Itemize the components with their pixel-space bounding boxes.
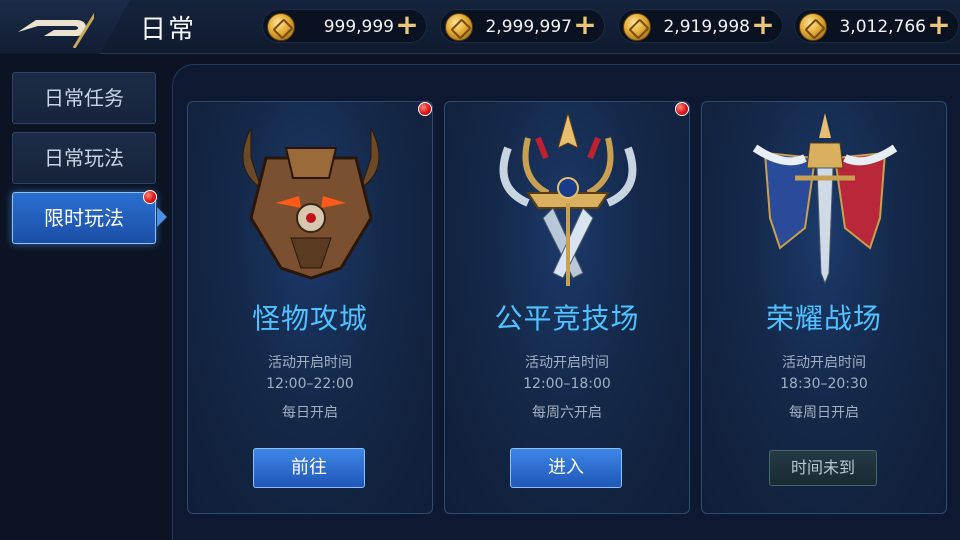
fair-arena-emblem-icon <box>499 111 637 286</box>
active-tab-pointer <box>157 207 167 227</box>
currency-value: 3,012,766 <box>839 17 926 37</box>
goto-button[interactable]: 前往 <box>253 448 365 488</box>
notice-dot <box>675 102 689 116</box>
currency-locked-coin: 3,012,766 + <box>794 9 959 43</box>
notice-dot <box>418 102 432 116</box>
event-days: 每日开启 <box>282 405 338 421</box>
event-card-glory-battlefield: 荣耀战场 活动开启时间 18:30–20:30 每周日开启 时间未到 <box>701 101 947 514</box>
back-button[interactable] <box>0 0 130 54</box>
sidebar-item-limited-modes[interactable]: 限时玩法 <box>12 192 156 244</box>
event-time-label: 活动开启时间 <box>525 355 609 371</box>
locked-coin-icon <box>799 13 827 41</box>
coin-icon <box>623 13 651 41</box>
currency-value: 999,999 <box>323 17 394 37</box>
event-card-monster-siege: 怪物攻城 活动开启时间 12:00–22:00 每日开启 前往 <box>187 101 433 514</box>
event-time-range: 12:00–22:00 <box>266 376 354 392</box>
event-time-label: 活动开启时间 <box>268 355 352 371</box>
add-currency-button[interactable]: + <box>750 11 776 39</box>
locked-gold-coin-icon <box>445 13 473 41</box>
gold-coin-icon <box>267 13 295 41</box>
top-bar: 日常 999,999 + 2,999,997 + 2,919,998 + 3,0… <box>0 0 960 54</box>
glory-battlefield-emblem-icon <box>752 113 898 285</box>
event-title: 荣耀战场 <box>765 302 882 335</box>
event-title: 公平竞技场 <box>494 302 640 335</box>
currency-coin: 2,919,998 + <box>618 9 783 43</box>
sidebar-item-daily-tasks[interactable]: 日常任务 <box>12 72 156 124</box>
event-time-range: 12:00–18:00 <box>523 376 611 392</box>
event-time-range: 18:30–20:30 <box>780 376 868 392</box>
currency-locked-gold: 2,999,997 + <box>440 9 605 43</box>
event-days: 每周六开启 <box>532 405 602 421</box>
add-currency-button[interactable]: + <box>926 11 952 39</box>
sidebar-item-daily-modes[interactable]: 日常玩法 <box>12 132 156 184</box>
event-title: 怪物攻城 <box>251 302 368 335</box>
add-currency-button[interactable]: + <box>572 11 598 39</box>
currency-value: 2,919,998 <box>663 17 750 37</box>
currency-gold: 999,999 + <box>262 9 427 43</box>
add-currency-button[interactable]: + <box>394 11 420 39</box>
not-yet-time-button[interactable]: 时间未到 <box>769 450 877 486</box>
event-days: 每周日开启 <box>789 405 859 421</box>
notice-dot <box>143 190 157 204</box>
event-time-label: 活动开启时间 <box>782 355 866 371</box>
event-card-fair-arena: 公平竞技场 活动开启时间 12:00–18:00 每周六开启 进入 <box>444 101 690 514</box>
currency-value: 2,999,997 <box>485 17 572 37</box>
back-arrow-icon <box>18 6 94 48</box>
page-title: 日常 <box>140 15 197 45</box>
enter-button[interactable]: 进入 <box>510 448 622 488</box>
monster-siege-emblem-icon <box>242 127 380 280</box>
